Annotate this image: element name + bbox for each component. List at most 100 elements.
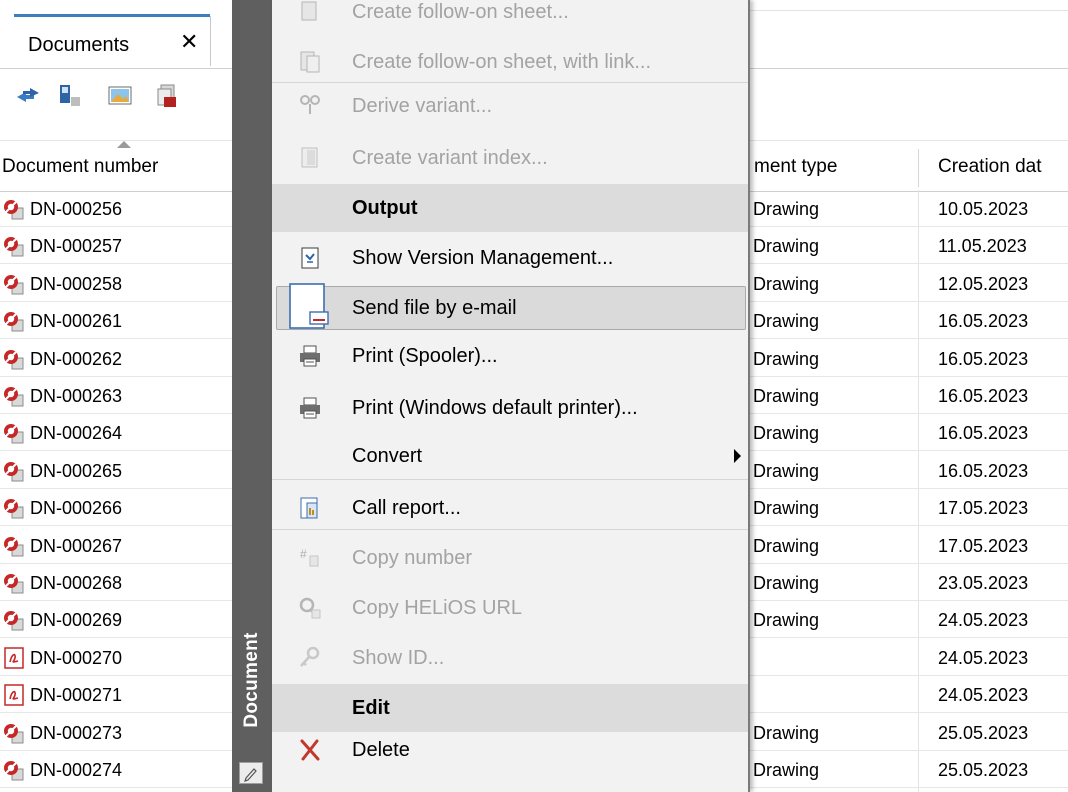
menu-item-label: Print (Spooler)... (352, 345, 498, 367)
document-type-cell: ) Drawing (748, 535, 820, 556)
derive-variant-icon (300, 95, 320, 114)
menu-item-label: Copy number (352, 547, 473, 569)
menu-item-copy-helios-url[interactable]: Copy HELiOS URL (272, 584, 748, 632)
creation-date-cell: 11.05.2023 (938, 236, 1027, 257)
creation-date-cell: 24.05.2023 (938, 610, 1029, 631)
menu-item-print-windows-default-printer[interactable]: Print (Windows default printer)... (272, 384, 748, 432)
menu-item-derive-variant[interactable]: Derive variant... (272, 82, 748, 130)
close-icon[interactable]: ✕ (180, 31, 198, 53)
document-number-cell: DN-000267 (0, 527, 240, 563)
document-number: DN-000258 (30, 273, 123, 294)
document-number-cell: DN-000266 (0, 489, 240, 525)
document-type-cell: ) Drawing (748, 311, 820, 332)
context-menu: Create follow-on sheet... Create follow-o… (272, 0, 750, 792)
column-header-label: Document number (2, 156, 159, 177)
column-header-document-type[interactable]: ment type (754, 141, 924, 191)
document-number: DN-000265 (30, 460, 123, 481)
menu-item-label: Create follow-on sheet, with link... (352, 51, 652, 73)
creation-date-cell: 24.05.2023 (938, 685, 1029, 706)
document-number: DN-000273 (30, 722, 123, 743)
document-number: DN-000262 (30, 348, 123, 369)
document-type-cell: ) Drawing (748, 348, 820, 369)
document-number: DN-000268 (30, 573, 123, 593)
follow-on-sheet-icon (301, 1, 317, 21)
column-header-creation-date[interactable]: Creation dat (938, 141, 1068, 191)
document-number: DN-000267 (30, 535, 123, 556)
creation-date-cell: 10.05.2023 (938, 199, 1029, 219)
version-management-icon (301, 247, 319, 269)
report-icon (300, 497, 318, 519)
creation-date-cell: 16.05.2023 (938, 460, 1029, 481)
send-email-icon (289, 283, 329, 329)
creation-date-cell: 25.05.2023 (938, 760, 1029, 780)
menu-item-create-follow-on-sheet-with-link[interactable]: Create follow-on sheet, with link... (272, 38, 748, 86)
creation-date-cell: 12.05.2023 (938, 273, 1029, 294)
submenu-arrow-icon (734, 449, 741, 463)
refresh-icon[interactable] (14, 82, 42, 110)
delete-icon (300, 739, 320, 761)
document-number: DN-000256 (30, 199, 123, 219)
document-type-cell: ) Drawing (748, 722, 820, 743)
document-side-bar: Document (232, 0, 272, 792)
menu-item-convert[interactable]: Convert (272, 432, 748, 480)
menu-item-delete[interactable]: Delete (272, 726, 748, 774)
document-status-icon[interactable] (56, 82, 84, 110)
menu-item-label: Delete (352, 739, 410, 761)
column-separator[interactable] (918, 149, 919, 187)
document-type-cell: ) Drawing (748, 498, 820, 519)
document-number: DN-000270 (30, 647, 123, 668)
variant-index-icon (301, 147, 318, 168)
follow-on-sheet-link-icon (300, 51, 320, 73)
document-number-cell: DN-000256 (0, 190, 240, 226)
tab-documents[interactable]: Documents ✕ (14, 14, 210, 68)
creation-date-cell: 16.05.2023 (938, 423, 1029, 444)
document-number: DN-000257 (30, 236, 123, 257)
copy-number-icon: # (300, 547, 319, 567)
side-bar-label: Document (241, 632, 262, 728)
column-header-document-number[interactable]: Document number (2, 141, 230, 191)
menu-item-send-file-by-e-mail[interactable]: Send file by e-mail (272, 283, 748, 332)
menu-section-output: Output (272, 184, 748, 232)
document-type-cell: ) Drawing (748, 573, 820, 593)
menu-item-show-id[interactable]: Show ID... (272, 634, 748, 682)
document-number: DN-000261 (30, 311, 123, 332)
pencil-icon[interactable] (239, 762, 263, 784)
document-number-cell: DN-000271 (0, 676, 240, 712)
menu-item-label: Send file by e-mail (352, 297, 517, 319)
menu-item-label: Show ID... (352, 647, 445, 669)
menu-item-label: Output (352, 197, 418, 219)
menu-item-create-follow-on-sheet[interactable]: Create follow-on sheet... (272, 0, 748, 36)
menu-item-show-version-management[interactable]: Show Version Management... (272, 234, 748, 282)
document-type-cell: ) Drawing (748, 460, 820, 481)
menu-item-label: Show Version Management... (352, 247, 614, 269)
document-type-cell: ) Drawing (748, 236, 820, 257)
menu-item-label: Copy HELiOS URL (352, 597, 523, 619)
creation-date-cell: 16.05.2023 (938, 311, 1029, 332)
image-preview-icon[interactable] (106, 82, 134, 110)
creation-date-cell: 16.05.2023 (938, 348, 1029, 369)
document-number-cell: DN-000270 (0, 639, 240, 675)
copy-url-icon (299, 597, 321, 619)
document-number-cell: DN-000261 (0, 302, 240, 338)
document-number-cell: DN-000265 (0, 452, 240, 488)
menu-item-call-report[interactable]: Call report... (272, 484, 748, 532)
menu-item-copy-number[interactable]: # Copy number (272, 534, 748, 582)
document-number-cell: DN-000269 (0, 601, 240, 637)
menu-item-create-variant-index[interactable]: Create variant index... (272, 134, 748, 182)
menu-item-label: Convert (352, 445, 423, 467)
document-type-cell (748, 639, 918, 675)
document-type-cell: ) Drawing (748, 273, 820, 294)
tab-documents-label: Documents (28, 34, 130, 56)
document-type-cell: ) Drawing (748, 386, 820, 406)
document-number: DN-000269 (30, 610, 123, 631)
document-type-cell (748, 676, 918, 712)
pdf-stack-icon[interactable] (152, 82, 180, 110)
menu-section-edit: Edit (272, 684, 748, 732)
creation-date-cell: 17.05.2023 (938, 535, 1029, 556)
document-number-cell: DN-000274 (0, 751, 240, 787)
printer-icon (300, 345, 320, 367)
creation-date-cell: 17.05.2023 (938, 498, 1029, 519)
sort-ascending-icon (117, 141, 131, 148)
menu-item-print-spooler[interactable]: Print (Spooler)... (272, 332, 748, 380)
document-number-cell: DN-000264 (0, 414, 240, 450)
